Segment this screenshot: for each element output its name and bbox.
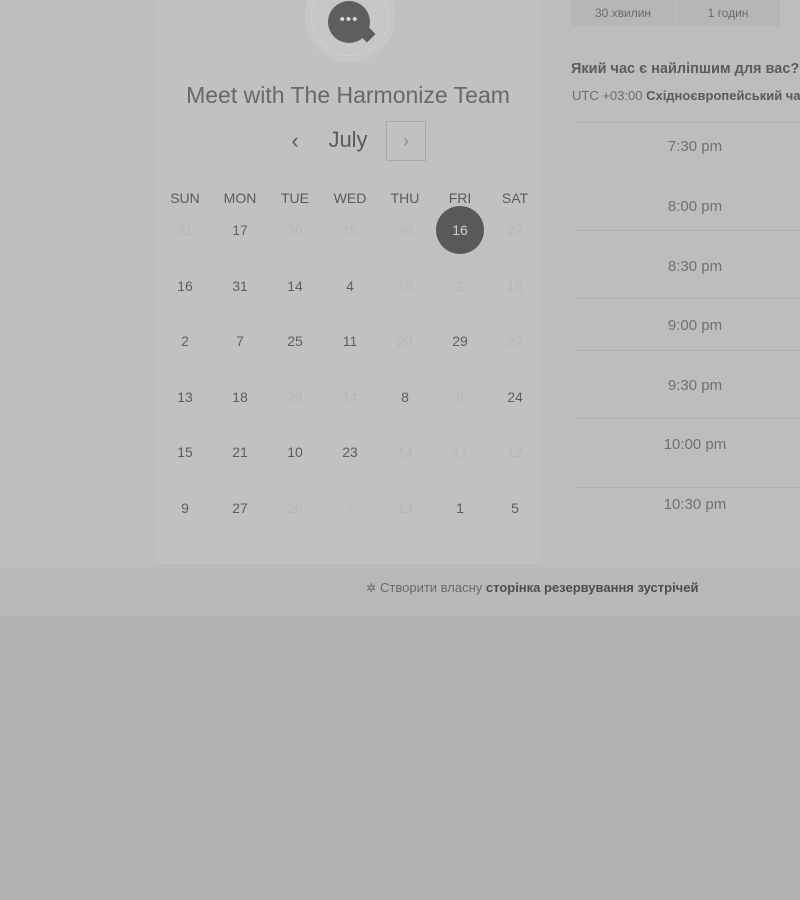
create-booking-page-link[interactable]: ✲ Створити власну сторінка резервування з…: [366, 580, 698, 595]
day-cell: 8: [456, 389, 464, 405]
day-cell[interactable]: 13: [162, 374, 208, 420]
slot-divider: [575, 230, 800, 231]
day-cell: 20: [397, 333, 413, 349]
day-cell[interactable]: 8: [382, 374, 428, 420]
day-cell[interactable]: 15: [162, 429, 208, 475]
day-cell[interactable]: 25: [272, 318, 318, 364]
day-cell: 30: [397, 222, 413, 238]
day-cell[interactable]: 27: [217, 485, 263, 531]
meeting-title: Meet with The Harmonize Team: [186, 82, 510, 108]
footer-link-text: сторінка резервування зустрічей: [485, 580, 699, 595]
day-cell: 15: [342, 222, 358, 238]
day-cell[interactable]: 29: [437, 318, 483, 364]
calendar-card: ••• Meet with The Harmonize Team ‹ July …: [155, 0, 541, 565]
day-cell[interactable]: 14: [272, 263, 318, 309]
day-cell-selected[interactable]: 16: [436, 206, 484, 254]
duration-tab-30min[interactable]: 30 хвилин: [571, 0, 675, 26]
day-cell[interactable]: 2: [162, 318, 208, 364]
day-cell: 17: [452, 444, 468, 460]
day-cell: 14: [397, 444, 413, 460]
day-cell[interactable]: 9: [162, 485, 208, 531]
time-slot-label: 9:30 pm: [667, 377, 723, 394]
day-cell[interactable]: 11: [327, 318, 373, 364]
weekday-tue: TUE: [281, 190, 309, 206]
day-cell[interactable]: 24: [492, 374, 538, 420]
time-slot-label: 10:00 pm: [663, 436, 727, 453]
day-cell[interactable]: 17: [217, 207, 263, 253]
day-cell[interactable]: 5: [492, 485, 538, 531]
month-label: July: [328, 127, 368, 152]
time-slot-label: 7:30 pm: [667, 138, 723, 155]
day-cell[interactable]: 21: [217, 429, 263, 475]
footer-prefix: Створити власну: [380, 580, 483, 595]
weekday-sat: SAT: [501, 190, 529, 206]
day-cell[interactable]: 18: [217, 374, 263, 420]
chevron-right-icon: ›: [403, 130, 409, 151]
slot-divider: [575, 298, 800, 299]
timezone-selector[interactable]: UTC +03:00 Східноєвропейський час: [572, 88, 800, 103]
slot-divider: [575, 350, 800, 351]
time-slot-label: 9:00 pm: [667, 317, 723, 334]
day-cell: 22: [507, 333, 523, 349]
day-cell[interactable]: 7: [217, 318, 263, 364]
day-cell: 10: [397, 278, 413, 294]
month-navigation: ‹ July ›: [155, 121, 541, 161]
next-month-button[interactable]: ›: [386, 121, 426, 161]
day-cell[interactable]: 23: [327, 429, 373, 475]
weekday-mon: MON: [223, 190, 257, 206]
day-cell[interactable]: 31: [217, 263, 263, 309]
sprocket-icon: ✲: [366, 581, 377, 595]
time-slot-label: 10:30 pm: [663, 496, 727, 513]
day-cell[interactable]: 10: [272, 429, 318, 475]
day-cell: 2: [456, 278, 464, 294]
weekday-sun: SUN: [170, 190, 200, 206]
slot-divider: [575, 418, 800, 419]
day-cell: 7: [346, 500, 354, 516]
weekday-fri: FRI: [448, 190, 472, 206]
chevron-left-icon: ‹: [291, 128, 299, 153]
slot-divider: [575, 122, 800, 123]
duration-tab-1hour[interactable]: 1 годин: [676, 0, 780, 26]
day-cell: 27: [507, 222, 523, 238]
time-slot-label: 8:30 pm: [667, 258, 723, 275]
day-cell: 29: [287, 389, 303, 405]
day-cell: 30: [287, 222, 303, 238]
day-cell: 13: [397, 500, 413, 516]
timezone-offset: UTC +03:00: [572, 88, 643, 103]
day-cell: 14: [342, 389, 358, 405]
day-cell: 31: [177, 222, 193, 238]
weekday-thu: THU: [390, 190, 420, 206]
time-question: Який час є найліпшим для вас?: [571, 61, 800, 77]
slot-divider: [575, 487, 800, 488]
timezone-name: Східноєвропейський час: [646, 88, 800, 103]
day-cell: 12: [507, 444, 523, 460]
weekday-wed: WED: [333, 190, 367, 206]
chat-bubble-icon: •••: [328, 1, 370, 43]
day-cell: 20: [287, 500, 303, 516]
day-cell[interactable]: 4: [327, 263, 373, 309]
avatar: •••: [305, 0, 395, 62]
time-slot-label: 8:00 pm: [667, 198, 723, 215]
day-cell[interactable]: 16: [162, 263, 208, 309]
day-cell[interactable]: 1: [437, 485, 483, 531]
prev-month-button[interactable]: ‹: [275, 121, 315, 161]
day-cell: 16: [507, 278, 523, 294]
